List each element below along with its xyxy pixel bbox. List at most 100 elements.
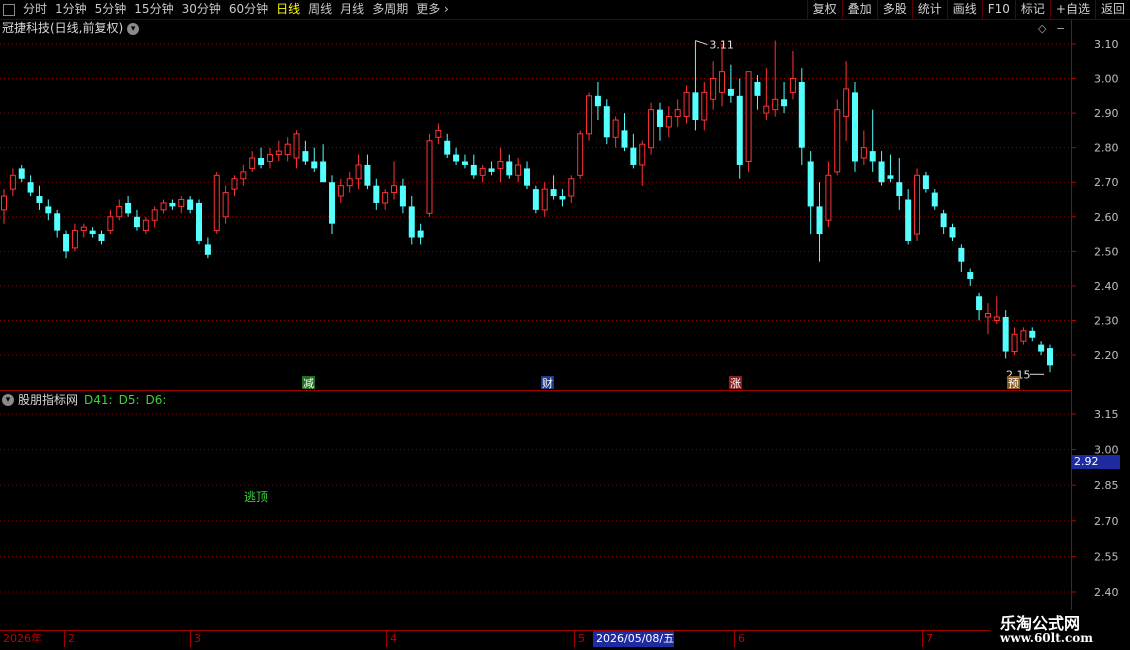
candle-body-down: [807, 161, 814, 207]
candle-body-down: [905, 199, 912, 241]
strip-glyph: [1120, 182, 1130, 200]
price-tick-label: 2.90: [1094, 107, 1119, 120]
strip-glyph: [1120, 326, 1130, 344]
strip-glyph: [1120, 200, 1130, 218]
candle-body-down: [727, 88, 734, 96]
candle-body-up: [71, 230, 78, 249]
strip-glyph: [1120, 380, 1130, 398]
candle-body-down: [36, 196, 43, 203]
kline-chart[interactable]: 3.10 3.00 2.90 2.80 2.70 2.60 2.50 2.40 2.30 2.20…: [0, 0, 1130, 650]
timeline-month-5: 5: [574, 631, 585, 647]
event-marker-label: 预: [1008, 377, 1019, 390]
strip-glyph: [1120, 344, 1130, 362]
candle-body-down: [887, 175, 894, 179]
candle-body-down: [851, 92, 858, 162]
candle-body-up: [515, 164, 522, 176]
candle-body-up: [993, 316, 1000, 321]
candle-body-up: [497, 160, 504, 169]
candle-body-down: [621, 130, 628, 148]
candle-body-down: [311, 161, 318, 169]
current-price-badge: 2.92: [1072, 455, 1120, 469]
candle-body-up: [825, 174, 832, 221]
candle-body-down: [45, 206, 52, 214]
candle-body-up: [426, 140, 433, 214]
candle-body-up: [337, 185, 344, 197]
strip-glyph: [1120, 254, 1130, 272]
candle-body-down: [931, 192, 938, 207]
candle-body-down: [444, 140, 451, 155]
price-tick-label: 2.50: [1094, 245, 1119, 258]
candle-body-down: [258, 158, 265, 165]
strip-glyph: [1120, 56, 1130, 74]
strip-glyph: [1120, 290, 1130, 308]
indicator-name: 股朋指标网: [18, 393, 79, 407]
candle-body-up: [213, 174, 220, 232]
candle-body-up: [701, 91, 708, 121]
candle-body-up: [834, 109, 841, 173]
price-tick-label: 3.00: [1094, 73, 1119, 86]
candle-body-up: [1020, 330, 1027, 342]
candle-body-down: [869, 151, 876, 162]
candle-body-up: [479, 167, 486, 176]
candle-body-up: [293, 133, 300, 159]
candle-body-down: [63, 234, 70, 252]
watermark-url: www.60lt.com: [1000, 631, 1093, 645]
strip-glyph: [1120, 74, 1130, 92]
candle-body-up: [745, 71, 752, 162]
candle-body-up: [249, 157, 256, 169]
candle-body-down: [1038, 344, 1045, 352]
candle-body-down: [320, 161, 327, 183]
indicator-title[interactable]: ▾ 股朋指标网 D41: D5: D6:: [2, 392, 172, 408]
timeline-year: 2026年: [3, 632, 42, 645]
strip-glyph: [1120, 308, 1130, 326]
candle-body-up: [860, 147, 867, 159]
indicator-axis: 3.153.002.852.702.552.40: [1071, 408, 1119, 599]
indicator-tick-label: 2.55: [1094, 550, 1119, 563]
candle-body-down: [364, 164, 371, 186]
candle-body-up: [541, 188, 548, 211]
candle-body-down: [488, 168, 495, 172]
strip-glyph: [1120, 488, 1130, 506]
strip-glyph: [1120, 434, 1130, 452]
candle-body-down: [550, 189, 557, 197]
candle-body-down: [630, 147, 637, 165]
indicator-grid: [0, 413, 1071, 593]
candle-body-down: [736, 95, 743, 165]
candle-body-down: [470, 164, 477, 176]
event-marker-label: 涨: [730, 377, 741, 390]
candle-body-up: [648, 109, 655, 149]
candle-body-down: [594, 95, 601, 107]
candle-body-up: [674, 109, 681, 118]
timeline-month-2: 2: [64, 631, 75, 647]
candle-body-up: [586, 95, 593, 135]
candle-body-down: [603, 106, 610, 138]
strip-glyph: [1120, 110, 1130, 128]
candle-body-down: [781, 99, 788, 107]
candle-body-down: [27, 182, 34, 193]
candle-body-down: [399, 185, 406, 207]
candle-body-down: [187, 199, 194, 210]
indicator-tick-label: 2.85: [1094, 479, 1119, 492]
candle-body-up: [772, 98, 779, 111]
event-marker-label: 减: [303, 377, 314, 390]
candle-body-up: [240, 171, 247, 180]
candle-body-up: [107, 216, 114, 232]
candle-body-down: [1029, 330, 1036, 338]
candle-body-up: [435, 129, 442, 138]
chevron-down-icon[interactable]: ▾: [2, 394, 14, 406]
price-tick-label: 2.60: [1094, 211, 1119, 224]
candle-body-up: [266, 154, 273, 162]
timeline-month-6: 6: [734, 631, 745, 647]
candle-body-down: [328, 182, 335, 224]
candle-body-up: [612, 119, 619, 138]
candle-body-down: [816, 206, 823, 235]
candle-body-up: [914, 174, 921, 235]
panel-divider[interactable]: [0, 390, 1072, 391]
candle-body-down: [692, 92, 699, 121]
price-tick-label: 2.20: [1094, 349, 1119, 362]
price-tick-label: 2.30: [1094, 314, 1119, 327]
candle-body-up: [1011, 333, 1018, 353]
price-tick-label: 2.80: [1094, 142, 1119, 155]
strip-glyph: [1120, 524, 1130, 542]
candle-body-up: [222, 192, 229, 218]
